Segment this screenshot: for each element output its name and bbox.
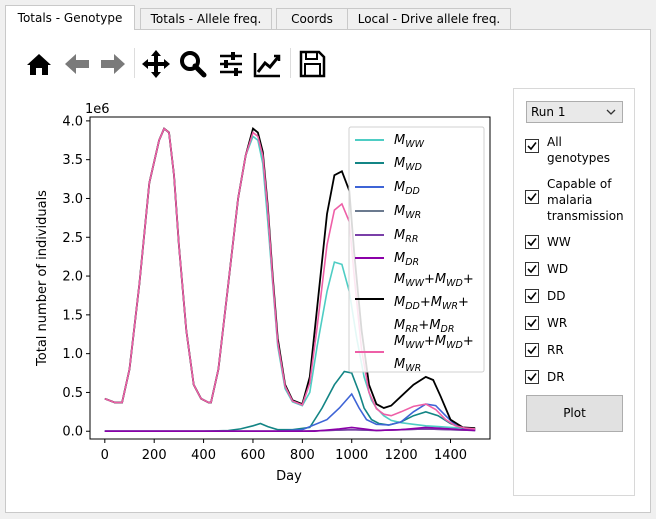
checkbox-capable-of-malaria-transmission[interactable] (525, 190, 539, 204)
checkbox-dd[interactable] (525, 289, 539, 303)
check-icon (527, 142, 537, 151)
checkbox-label: DD (547, 289, 566, 303)
checkbox-wd[interactable] (525, 262, 539, 276)
y-tick-label: 2.5 (62, 231, 83, 246)
y-tick-label: 4.0 (62, 114, 83, 129)
checkbox-ww[interactable] (525, 235, 539, 249)
y-tick-label: 3.5 (62, 153, 83, 168)
checkbox-label: WD (547, 262, 569, 276)
run-select[interactable]: Run 1 (526, 101, 623, 123)
checkbox-label: WR (547, 316, 568, 330)
check-icon (527, 346, 537, 355)
checkbox-label: WW (547, 235, 571, 249)
plot-button[interactable]: Plot (526, 395, 623, 432)
x-tick-label: 0 (101, 448, 109, 463)
checkbox-label: DR (547, 370, 565, 384)
check-icon (527, 292, 537, 301)
check-icon (527, 193, 537, 202)
genotype-chart: 0 200 400 600 800 1000 1200 1400 0.0 0.5 1.0 1.5 2.0… (35, 102, 491, 484)
x-tick-label: 1400 (434, 448, 467, 463)
x-axis-label: Day (276, 469, 302, 484)
x-tick-label: 800 (290, 448, 315, 463)
x-tick-label: 1000 (335, 448, 368, 463)
x-tick-label: 1200 (385, 448, 418, 463)
check-icon (527, 238, 537, 247)
checkbox-label: All genotypes (547, 135, 611, 165)
x-tick-label: 400 (191, 448, 216, 463)
y-axis-label: Total number of individuals (35, 190, 50, 367)
y-tick-label: 1.0 (62, 347, 83, 362)
checkbox-wr[interactable] (525, 316, 539, 330)
checkbox-label: Capable of malaria transmission (547, 177, 624, 223)
y-tick-label: 1.5 (62, 308, 83, 323)
chevron-down-icon (606, 109, 616, 115)
x-tick-label: 200 (142, 448, 167, 463)
checkbox-rr[interactable] (525, 343, 539, 357)
run-select-value: Run 1 (531, 105, 566, 119)
y-tick-label: 0.5 (62, 386, 83, 401)
x-tick-label: 600 (241, 448, 266, 463)
y-tick-label: 2.0 (62, 270, 83, 285)
checkbox-all-genotypes[interactable] (525, 139, 539, 153)
check-icon (527, 319, 537, 328)
checkbox-label: RR (547, 343, 564, 357)
y-scale-label: 1e6 (85, 102, 110, 117)
check-icon (527, 265, 537, 274)
y-tick-label: 0.0 (62, 425, 83, 440)
check-icon (527, 373, 537, 382)
y-tick-label: 3.0 (62, 192, 83, 207)
legend: MWW​MWD​MDD​MWR​MRR​MDR​MWW​+MWD​+MDD​+M… (348, 126, 485, 374)
checkbox-dr[interactable] (525, 370, 539, 384)
tab-totals-genotype[interactable]: Totals - Genotype (5, 5, 135, 30)
